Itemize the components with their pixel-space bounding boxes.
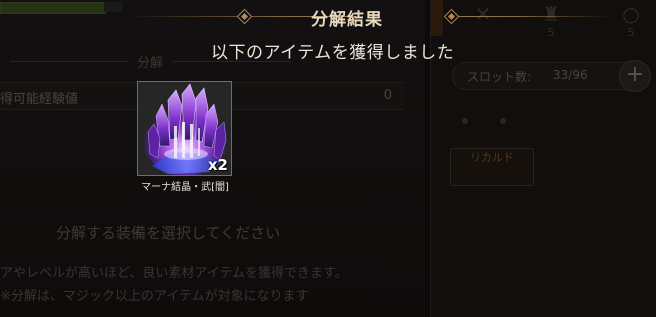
rarity-hint: アやレベルが高いほど、良い素材アイテムを獲得できます。 — [0, 266, 348, 281]
reward-item-card[interactable]: x2 — [137, 81, 232, 176]
modal-subtitle: 以下のアイテムを獲得しました — [211, 43, 455, 63]
exp-value: 0 — [383, 88, 392, 103]
slot-label: スロット数: — [467, 70, 532, 84]
ring-icon: ○ — [622, 2, 640, 26]
magic-note: ※分解は、マジック以上のアイテムが対象になります — [0, 289, 309, 304]
filter-dot — [462, 118, 468, 124]
modal-title: 分解結果 — [311, 10, 383, 30]
tab-accessory-count: 5 — [627, 26, 635, 39]
modal-title-ornament — [120, 0, 610, 34]
exp-label: 得可能経験値 — [0, 92, 79, 107]
slot-count: 33/96 — [553, 68, 588, 82]
title-rule-right — [450, 16, 610, 17]
tab-accessory[interactable]: ○ 5 — [603, 0, 656, 44]
reward-item-quantity: x2 — [207, 156, 228, 174]
divider-left — [10, 60, 127, 62]
tab-armor[interactable]: ♜ 5 — [523, 0, 579, 44]
select-equipment-hint: 分解する装備を選択してください — [56, 224, 281, 242]
slot-count-bar: スロット数: 33/96 + — [452, 60, 651, 92]
xp-bar — [0, 2, 106, 14]
reward-item-name: マーナ結晶・武[闇] — [141, 182, 229, 193]
inventory-item[interactable]: リカルド — [450, 148, 534, 186]
inventory-item-label: リカルド — [470, 151, 514, 164]
filter-dot — [500, 118, 506, 124]
expand-slots-button[interactable]: + — [619, 60, 651, 92]
armor-icon: ♜ — [542, 2, 560, 26]
tab-armor-count: 5 — [547, 26, 555, 39]
panel-subheading-text: 分解 — [137, 55, 164, 71]
